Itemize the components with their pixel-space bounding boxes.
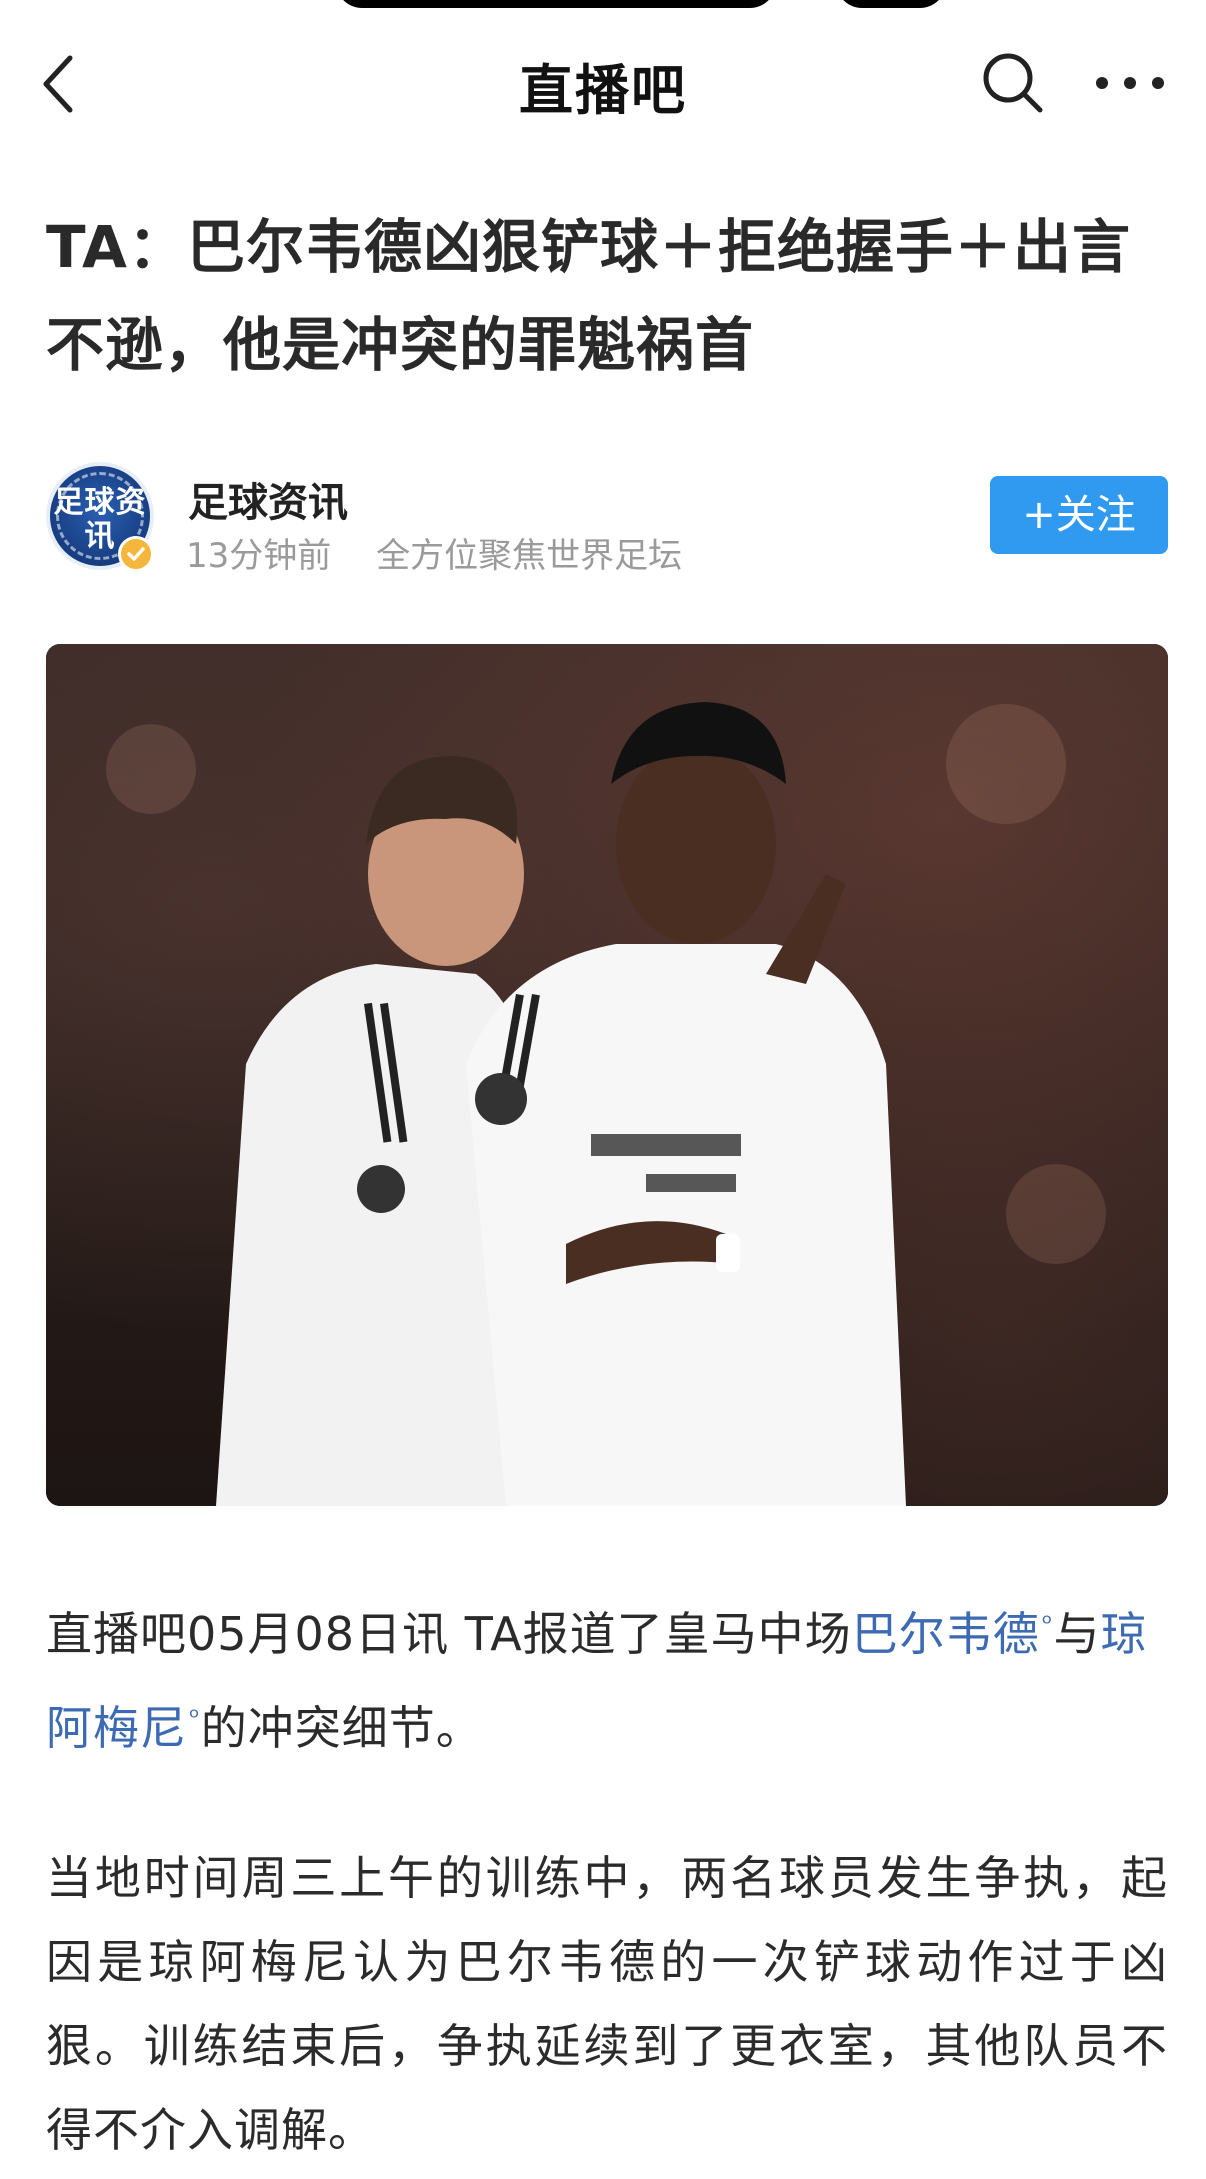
article-paragraph-1: 直播吧05月08日讯 TA报道了皇马中场巴尔韦德ᵒ与琼阿梅尼ᵒ的冲突细节。: [46, 1582, 1168, 1770]
article-title: TA：巴尔韦德凶狠铲球＋拒绝握手＋出言不逊，他是冲突的罪魁祸首: [46, 213, 1131, 379]
more-button[interactable]: [1092, 60, 1168, 106]
article-page: 直播吧 TA：巴尔韦德凶狠铲球＋拒绝握手＋出言不逊，他是冲突的罪魁祸首 足球资讯…: [0, 0, 1206, 2179]
article-hero-image[interactable]: [46, 644, 1168, 1506]
author-name[interactable]: 足球资讯: [188, 470, 348, 528]
search-button[interactable]: [980, 50, 1046, 116]
author-meta: 13分钟前 全方位聚焦世界足坛: [186, 528, 716, 577]
publish-time: 13分钟前: [186, 536, 332, 576]
player-link-valverde[interactable]: 巴尔韦德ᵒ: [852, 1607, 1054, 1661]
search-icon: [983, 53, 1043, 113]
player-link-label: 巴尔韦德: [851, 1607, 1040, 1661]
players-illustration: [216, 702, 906, 1506]
more-dots-icon: [1096, 77, 1164, 89]
paragraph-text: 直播吧05月08日讯 TA报道了皇马中场: [46, 1607, 852, 1661]
navigation-bar: 直播吧: [0, 0, 1206, 170]
verified-badge-icon: [118, 536, 154, 572]
search-icon: ᵒ: [1041, 1609, 1054, 1639]
author-slogan: 全方位聚焦世界足坛: [376, 536, 683, 576]
article-paragraph-2: 当地时间周三上午的训练中，两名球员发生争执，起因是琼阿梅尼认为巴尔韦德的一次铲球…: [46, 1851, 1168, 2157]
paragraph-text: 的冲突细节。: [200, 1701, 483, 1755]
follow-button[interactable]: +关注: [990, 476, 1168, 554]
paragraph-text: 与: [1053, 1607, 1101, 1661]
search-icon: ᵒ: [189, 1703, 201, 1733]
